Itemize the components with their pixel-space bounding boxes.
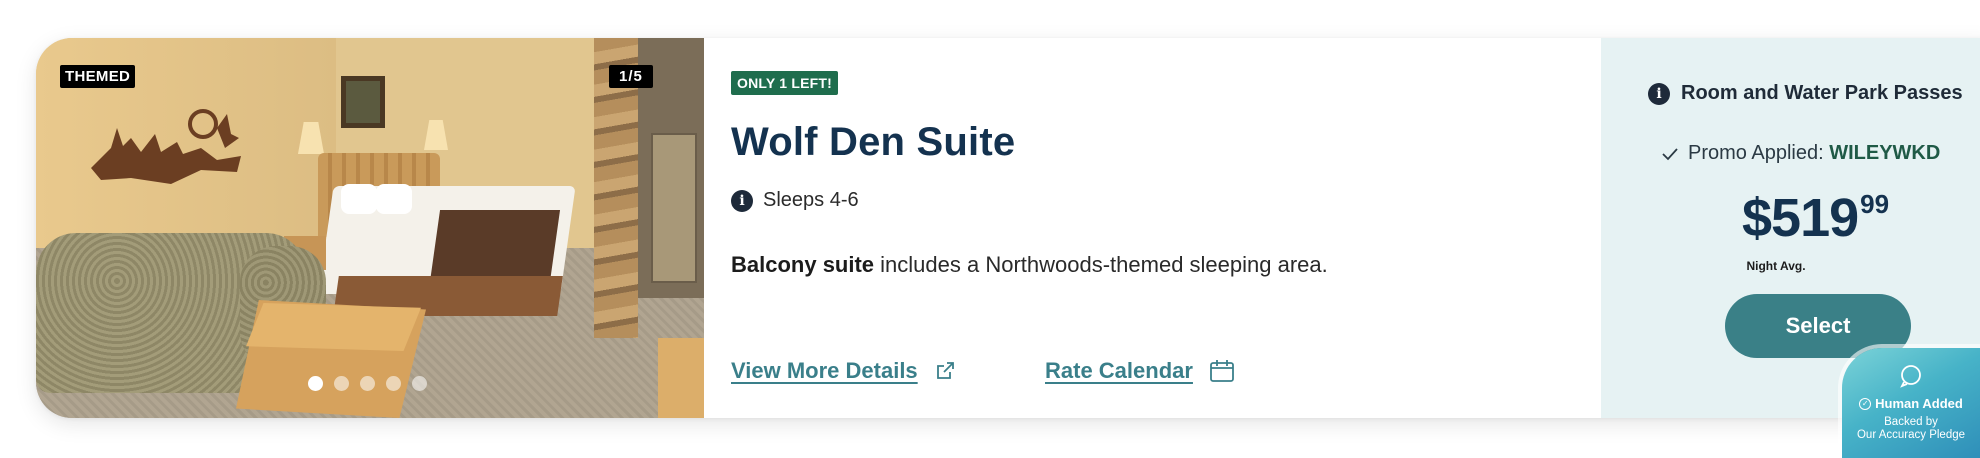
accuracy-pledge-badge[interactable]: ✓ Human Added Backed by Our Accuracy Ple… [1842, 348, 1980, 458]
rate-calendar-label: Rate Calendar [1045, 358, 1193, 383]
room-photo-carousel[interactable]: THEMED 1/5 [36, 38, 704, 418]
pledge-line-2: Our Accuracy Pledge [1856, 429, 1966, 441]
carousel-dot[interactable] [412, 376, 427, 391]
view-more-details-label: View More Details [731, 358, 918, 383]
calendar-icon [1210, 360, 1234, 382]
chat-icon [1900, 365, 1921, 388]
pledge-line-1: Backed by [1884, 416, 1938, 428]
availability-badge: ONLY 1 LEFT! [731, 71, 838, 95]
room-description: Balcony suite includes a Northwoods-them… [731, 252, 1328, 278]
sleeps-text: Sleeps 4-6 [763, 189, 859, 211]
package-row: i Room and Water Park Passes [1648, 82, 1963, 105]
photo-wall-picture [341, 76, 385, 128]
info-icon[interactable]: i [731, 189, 753, 212]
check-icon [1662, 147, 1678, 160]
carousel-dots [308, 376, 427, 391]
package-name: Room and Water Park Passes [1681, 82, 1963, 104]
photo-chair [658, 338, 704, 418]
promo-label: Promo Applied: [1688, 142, 1830, 164]
pledge-title-row: ✓ Human Added [1842, 396, 1980, 411]
room-info: ONLY 1 LEFT! Wolf Den Suite i Sleeps 4-6… [704, 38, 1568, 418]
room-card: THEMED 1/5 ONLY 1 LEFT! Wolf Den Suite i… [36, 38, 1980, 418]
carousel-dot[interactable] [360, 376, 375, 391]
description-text: includes a Northwoods-themed sleeping ar… [874, 252, 1328, 277]
room-title: Wolf Den Suite [731, 120, 1016, 164]
price-amount: $519 99 [1742, 186, 1889, 250]
promo-row: Promo Applied: WILEYWKD [1662, 142, 1940, 165]
wolf-silhouette-art [91, 109, 241, 184]
view-more-details-link[interactable]: View More Details [731, 358, 956, 384]
price-dollars: $519 [1742, 188, 1859, 248]
photo-door [651, 133, 697, 283]
carousel-dot[interactable] [386, 376, 401, 391]
rate-calendar-link[interactable]: Rate Calendar [1045, 358, 1235, 384]
description-highlight: Balcony suite [731, 252, 875, 277]
themed-badge: THEMED [60, 65, 136, 88]
price-note: Night Avg. [1746, 259, 1806, 273]
promo-code: WILEYWKD [1829, 142, 1941, 164]
photo-pillow [341, 184, 377, 214]
photo-counter: 1/5 [609, 65, 653, 88]
external-link-icon [936, 362, 954, 379]
photo-pillow [376, 184, 412, 214]
photo-coffee-table-top [246, 303, 421, 351]
price-cents: 99 [1860, 189, 1890, 219]
check-circle-icon: ✓ [1859, 397, 1872, 410]
carousel-dot[interactable] [308, 376, 323, 391]
pledge-text: Backed by Our Accuracy Pledge [1842, 416, 1980, 442]
sleeps-row: i Sleeps 4-6 [731, 189, 859, 212]
carousel-dot[interactable] [334, 376, 349, 391]
info-icon[interactable]: i [1648, 82, 1670, 105]
pledge-title: Human Added [1875, 396, 1963, 411]
